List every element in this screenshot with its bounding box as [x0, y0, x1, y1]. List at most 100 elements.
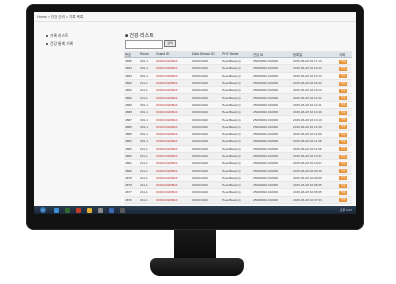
table-cell: 2015-06-28 16:17:13	[292, 57, 338, 66]
table-row[interactable]: 4891 211-1 0016C0420B24 0016C0420 HeartBeat(…	[124, 86, 352, 95]
table-cell: 4885	[124, 130, 139, 139]
delete-button[interactable]: 삭제	[339, 66, 347, 71]
table-cell: 211-1	[139, 174, 155, 183]
header-divider	[34, 21, 356, 22]
table-row[interactable]: 4886 301-1 0016C0420B24 0016C0420 HeartBeat(…	[124, 123, 352, 131]
taskbar-app-icon[interactable]	[54, 207, 59, 213]
table-cell: HeartBeat(m)	[221, 152, 252, 161]
start-button[interactable]	[40, 207, 46, 213]
table-cell: 211-1	[139, 159, 155, 168]
delete-button[interactable]: 삭제	[339, 88, 347, 93]
table-cell: 25000000-010000	[252, 145, 292, 153]
table-cell: 25000000-010000	[252, 181, 292, 190]
table-cell: 2015-06-28 16:11:08	[292, 145, 338, 153]
monitor-stand-base	[150, 258, 244, 276]
table-cell: 0016C0420B24	[155, 188, 191, 197]
section-title: ■ 건강 리스트	[125, 33, 154, 39]
table-cell: 4877	[124, 188, 139, 197]
table-cell: 301-1	[139, 72, 155, 80]
table-row[interactable]: 4888 301-1 0016C0420B24 0016C0420 HeartBeat(…	[124, 108, 352, 117]
taskbar: 오후 4:17	[34, 206, 356, 214]
cell-delete: 삭제	[338, 137, 352, 146]
table-row[interactable]: 4879 211-1 0016C0420B24 0016C0420 HeartBeat(…	[124, 174, 352, 183]
tray-clock[interactable]: 오후 4:17	[340, 208, 352, 212]
delete-button[interactable]: 삭제	[339, 103, 347, 108]
delete-button[interactable]: 삭제	[339, 161, 347, 166]
delete-button[interactable]: 삭제	[339, 96, 347, 101]
table-row[interactable]: 4877 211-1 0016C0420B24 0016C0420 HeartBeat(…	[124, 188, 352, 197]
table-cell: 0016C0420B24	[155, 57, 191, 66]
table-cell: 211-1	[139, 166, 155, 175]
delete-button[interactable]: 삭제	[339, 118, 347, 123]
taskbar-app-icon[interactable]	[76, 207, 81, 213]
table-row[interactable]: 4883 211-1 0016C0420B24 0016C0420 HeartBeat(…	[124, 145, 352, 153]
table-row[interactable]: 4881 211-1 0016C0420B24 0016C0420 HeartBeat(…	[124, 159, 352, 168]
table-row[interactable]: 4885 301-1 0016C0420B24 0016C0420 HeartBeat(…	[124, 130, 352, 139]
table-cell: 2015-06-28 16:07:34	[292, 196, 338, 204]
nav-item-health-stats[interactable]: 건강 통계 기록	[46, 42, 73, 47]
table-row[interactable]: 4893 301-1 0016C0420B24 0016C0420 HeartBeat(…	[124, 72, 352, 80]
taskbar-app-icon[interactable]	[87, 207, 92, 213]
table-row[interactable]: 4876 211-1 0016C0420B24 0016C0420 HeartBeat(…	[124, 196, 352, 204]
delete-button[interactable]: 삭제	[339, 132, 347, 137]
table-row[interactable]: 4892 211-1 0016C0420B24 0016C0420 HeartBeat(…	[124, 79, 352, 88]
table-body: 4895 301-1 0016C0420B24 0016C0420 HeartBeat(…	[124, 57, 352, 206]
table-row[interactable]: 4880 211-1 0016C0420B24 0016C0420 HeartBeat(…	[124, 166, 352, 175]
taskbar-app-icon[interactable]	[65, 207, 70, 213]
table-row[interactable]: 4887 301-1 0016C0420B24 0016C0420 HeartBeat(…	[124, 115, 352, 124]
bullet-icon	[46, 43, 48, 45]
delete-button[interactable]: 삭제	[339, 183, 347, 188]
table-row[interactable]: 4889 301-1 0016C0420B24 0016C0420 HeartBeat(…	[124, 101, 352, 110]
delete-button[interactable]: 삭제	[339, 81, 347, 86]
table-cell: 2015-06-28 16:12:09	[292, 130, 338, 139]
table-cell: HeartBeat(m)	[221, 86, 252, 95]
screen: Home > 건강 관리 > 기록 목록 기록 리스트 건강 통계 기록 ■ 건…	[34, 12, 356, 206]
cell-delete: 삭제	[338, 174, 352, 183]
table-cell: HeartBeat(m)	[221, 123, 252, 131]
nav-item-record-list[interactable]: 기록 리스트	[46, 34, 69, 39]
table-cell: 2015-06-28 16:08:05	[292, 188, 338, 197]
table-cell: 0016C0420	[191, 57, 221, 66]
table-cell: 301-1	[139, 115, 155, 124]
table-row[interactable]: 4894 301-1 0016C0420B24 0016C0420 HeartBeat(…	[124, 64, 352, 73]
cell-delete: 삭제	[338, 115, 352, 124]
delete-button[interactable]: 삭제	[339, 110, 347, 115]
delete-button[interactable]: 삭제	[339, 190, 347, 195]
delete-button[interactable]: 삭제	[339, 154, 347, 159]
table-cell: HeartBeat(m)	[221, 79, 252, 88]
taskbar-app-icon[interactable]	[98, 207, 103, 213]
cell-delete: 삭제	[338, 196, 352, 204]
table-cell: 25000000-010000	[252, 86, 292, 95]
table-cell: 211-1	[139, 145, 155, 153]
table-cell: 0016C0420B24	[155, 72, 191, 80]
table-row[interactable]: 4884 301-1 0016C0420B24 0016C0420 HeartBeat(…	[124, 137, 352, 146]
table-cell: HeartBeat(m)	[221, 174, 252, 183]
table-row[interactable]: 4890 211-1 0016C0420B24 0016C0420 HeartBeat(…	[124, 93, 352, 102]
table-cell: 2015-06-28 16:09:06	[292, 174, 338, 183]
delete-button[interactable]: 삭제	[339, 147, 347, 152]
delete-button[interactable]: 삭제	[339, 198, 347, 203]
table-cell: 4892	[124, 79, 139, 88]
left-nav: 기록 리스트 건강 통계 기록	[34, 24, 114, 202]
table-cell: 25000000-010000	[252, 196, 292, 204]
delete-button[interactable]: 삭제	[339, 169, 347, 174]
bullet-icon	[46, 35, 48, 37]
taskbar-app-icon[interactable]	[109, 207, 114, 213]
search-input[interactable]	[125, 40, 163, 49]
table-row[interactable]: 4878 211-1 0016C0420B24 0016C0420 HeartBeat(…	[124, 181, 352, 190]
delete-button[interactable]: 삭제	[339, 176, 347, 181]
delete-button[interactable]: 삭제	[339, 139, 347, 144]
table-row[interactable]: 4895 301-1 0016C0420B24 0016C0420 HeartBeat(…	[124, 57, 352, 66]
taskbar-app-icon[interactable]	[120, 207, 125, 213]
table-row[interactable]: 4882 211-1 0016C0420B24 0016C0420 HeartBeat(…	[124, 152, 352, 161]
delete-button[interactable]: 삭제	[339, 74, 347, 79]
delete-button[interactable]: 삭제	[339, 125, 347, 130]
delete-button[interactable]: 삭제	[339, 59, 347, 64]
table-cell: 0016C0420	[191, 64, 221, 73]
table-cell: 2015-06-28 16:12:39	[292, 123, 338, 131]
search-button[interactable]: 검색	[164, 40, 176, 47]
cell-delete: 삭제	[338, 181, 352, 190]
table-cell: HeartBeat(m)	[221, 196, 252, 204]
table-cell: 25000000-010000	[252, 79, 292, 88]
table-cell: HeartBeat(m)	[221, 130, 252, 139]
